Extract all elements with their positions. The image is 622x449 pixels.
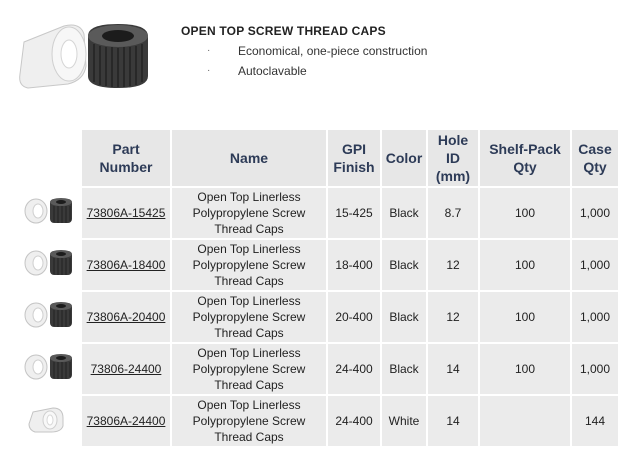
header-image: [18, 130, 80, 186]
black-cap-icon: [50, 198, 72, 223]
product-title: OPEN TOP SCREW THREAD CAPS: [181, 24, 386, 38]
shelf-pack-qty-cell: 100: [480, 188, 570, 238]
thumbnail-cell: [18, 240, 80, 290]
product-table: Part Number Name GPI Finish Color Hole I…: [16, 128, 620, 448]
bullet-dot-icon: ·: [207, 45, 211, 56]
shelf-pack-qty-cell: 100: [480, 344, 570, 394]
color-cell: White: [382, 396, 426, 446]
white-cap-icon: [24, 198, 48, 224]
header-part-number: Part Number: [82, 130, 170, 186]
hole-id-cell: 12: [428, 292, 478, 342]
table-row: 73806A-18400 Open Top Linerless Polypropy…: [18, 240, 618, 290]
header-shelf-pack-qty: Shelf-Pack Qty: [480, 130, 570, 186]
feature-item: · Autoclavable: [205, 64, 427, 84]
part-number-cell: 73806A-24400: [82, 396, 170, 446]
case-qty-cell: 1,000: [572, 344, 618, 394]
part-number-link[interactable]: 73806A-24400: [87, 414, 166, 428]
shelf-pack-qty-cell: 100: [480, 292, 570, 342]
name-cell: Open Top Linerless Polypropylene Screw T…: [172, 188, 326, 238]
hole-id-cell: 8.7: [428, 188, 478, 238]
feature-text: Autoclavable: [238, 64, 307, 78]
feature-list: · Economical, one-piece construction · Aut…: [205, 44, 427, 84]
part-number-link[interactable]: 73806A-15425: [87, 206, 166, 220]
color-cell: Black: [382, 240, 426, 290]
header-gpi-finish: GPI Finish: [328, 130, 380, 186]
black-cap-icon: [50, 250, 72, 275]
table-row: 73806A-15425 Open Top Linerless Polypropy…: [18, 188, 618, 238]
thumbnail-cell: [18, 188, 80, 238]
table-header-row: Part Number Name GPI Finish Color Hole I…: [18, 130, 618, 186]
shelf-pack-qty-cell: 100: [480, 240, 570, 290]
part-number-cell: 73806-24400: [82, 344, 170, 394]
header-hole-id: Hole ID (mm): [428, 130, 478, 186]
hole-id-cell: 14: [428, 396, 478, 446]
header-name: Name: [172, 130, 326, 186]
gpi-finish-cell: 20-400: [328, 292, 380, 342]
color-cell: Black: [382, 344, 426, 394]
table-row: 73806A-24400 Open Top Linerless Polypropy…: [18, 396, 618, 446]
gpi-finish-cell: 24-400: [328, 396, 380, 446]
white-cap-icon: [28, 407, 64, 433]
black-cap-icon: [50, 354, 72, 379]
color-cell: Black: [382, 188, 426, 238]
thumbnail-cell: [18, 292, 80, 342]
white-cap-illustration: [19, 24, 87, 89]
shelf-pack-qty-cell: [480, 396, 570, 446]
thumbnail-cell: [18, 344, 80, 394]
part-number-cell: 73806A-18400: [82, 240, 170, 290]
name-cell: Open Top Linerless Polypropylene Screw T…: [172, 344, 326, 394]
feature-text: Economical, one-piece construction: [238, 44, 428, 58]
feature-item: · Economical, one-piece construction: [205, 44, 427, 64]
bullet-dot-icon: ·: [207, 65, 211, 76]
white-cap-icon: [24, 250, 48, 276]
gpi-finish-cell: 15-425: [328, 188, 380, 238]
name-cell: Open Top Linerless Polypropylene Screw T…: [172, 396, 326, 446]
part-number-link[interactable]: 73806A-18400: [87, 258, 166, 272]
gpi-finish-cell: 18-400: [328, 240, 380, 290]
color-cell: Black: [382, 292, 426, 342]
product-image: [14, 14, 164, 94]
part-number-cell: 73806A-15425: [82, 188, 170, 238]
case-qty-cell: 1,000: [572, 292, 618, 342]
white-cap-icon: [24, 354, 48, 380]
hole-id-cell: 12: [428, 240, 478, 290]
name-cell: Open Top Linerless Polypropylene Screw T…: [172, 240, 326, 290]
gpi-finish-cell: 24-400: [328, 344, 380, 394]
case-qty-cell: 1,000: [572, 240, 618, 290]
black-cap-icon: [50, 302, 72, 327]
case-qty-cell: 144: [572, 396, 618, 446]
hole-id-cell: 14: [428, 344, 478, 394]
header-case-qty: Case Qty: [572, 130, 618, 186]
name-cell: Open Top Linerless Polypropylene Screw T…: [172, 292, 326, 342]
case-qty-cell: 1,000: [572, 188, 618, 238]
thumbnail-cell: [18, 396, 80, 446]
white-cap-icon: [24, 302, 48, 328]
table-row: 73806A-20400 Open Top Linerless Polypropy…: [18, 292, 618, 342]
table-row: 73806-24400 Open Top Linerless Polypropyl…: [18, 344, 618, 394]
black-cap-illustration: [88, 24, 148, 88]
part-number-link[interactable]: 73806A-20400: [87, 310, 166, 324]
header-color: Color: [382, 130, 426, 186]
part-number-link[interactable]: 73806-24400: [91, 362, 162, 376]
part-number-cell: 73806A-20400: [82, 292, 170, 342]
